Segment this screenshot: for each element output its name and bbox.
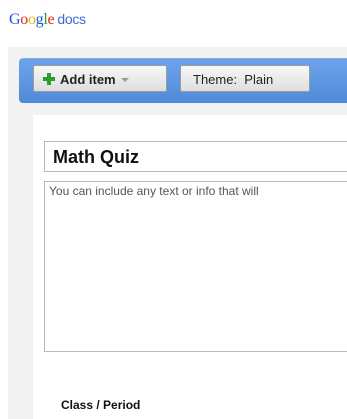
form-title-input[interactable]: Math Quiz (44, 141, 347, 172)
form-description-textarea[interactable]: You can include any text or info that wi… (44, 181, 347, 352)
add-item-button[interactable]: Add item (33, 65, 167, 92)
theme-label: Theme: Plain (193, 72, 274, 87)
theme-button[interactable]: Theme: Plain (180, 65, 310, 92)
add-item-label: Add item (60, 72, 116, 87)
logo-letter: o (20, 11, 28, 28)
chevron-down-icon (120, 78, 129, 82)
plus-icon (43, 73, 55, 85)
question-title-label[interactable]: Class / Period (61, 398, 140, 412)
logo-letter: o (27, 11, 36, 28)
google-docs-logo[interactable]: Google docs (9, 9, 86, 30)
logo-letter: e (47, 11, 55, 28)
logo-letter: G (9, 11, 21, 28)
logo-product-name: docs (57, 11, 86, 27)
